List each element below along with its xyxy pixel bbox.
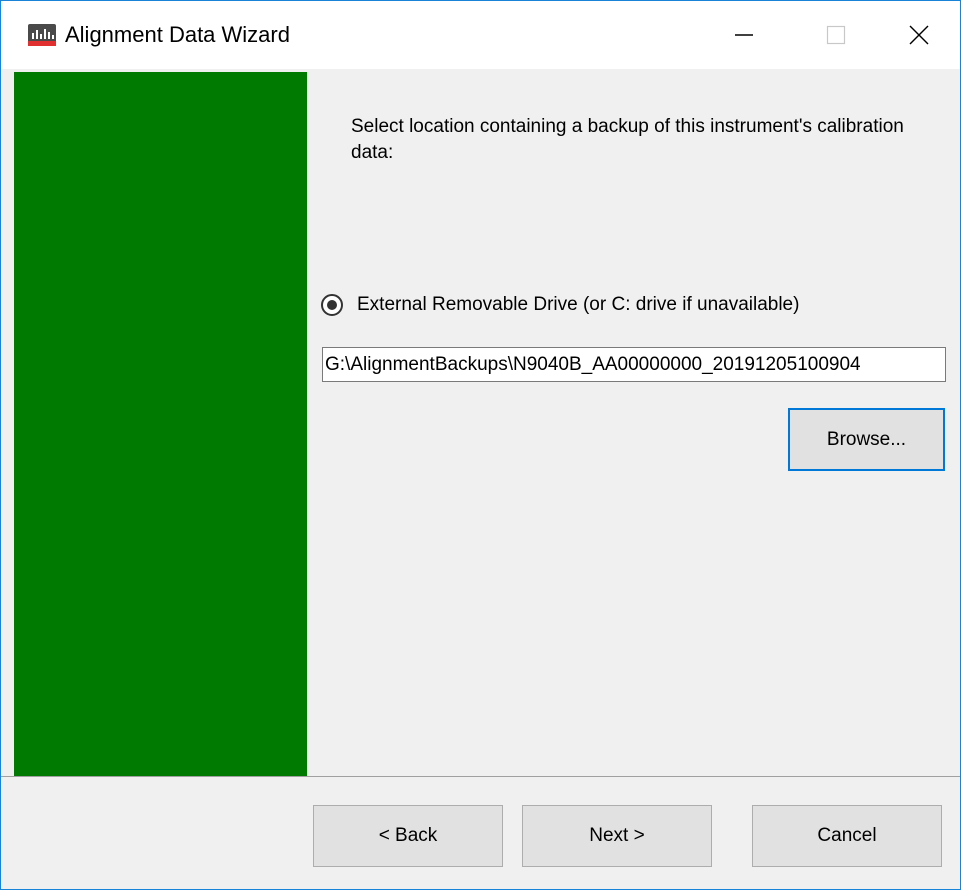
back-button[interactable]: < Back — [313, 805, 503, 867]
window-title: Alignment Data Wizard — [65, 22, 290, 47]
external-drive-option[interactable]: External Removable Drive (or C: drive if… — [321, 292, 799, 318]
wizard-content-panel: Select location containing a backup of t… — [307, 72, 960, 776]
maximize-icon — [826, 25, 846, 45]
wizard-window: Alignment Data Wizard Select location co… — [0, 0, 961, 890]
instruction-text: Select location containing a backup of t… — [351, 116, 904, 163]
wizard-side-banner — [14, 72, 307, 776]
maximize-button[interactable] — [790, 1, 882, 69]
backup-path-field[interactable] — [322, 347, 946, 382]
minimize-button[interactable] — [698, 1, 790, 69]
next-button[interactable]: Next > — [522, 805, 712, 867]
minimize-icon — [735, 34, 753, 36]
external-drive-radio[interactable] — [321, 294, 343, 316]
browse-button[interactable]: Browse... — [788, 408, 945, 471]
title-bar[interactable]: Alignment Data Wizard — [1, 1, 960, 69]
dialog-client-area: Select location containing a backup of t… — [1, 69, 960, 889]
radio-selected-dot — [327, 300, 337, 310]
keysight-app-icon — [28, 24, 56, 46]
cancel-button[interactable]: Cancel — [752, 805, 942, 867]
close-button[interactable] — [877, 1, 960, 69]
close-icon — [909, 25, 928, 45]
external-drive-label[interactable]: External Removable Drive (or C: drive if… — [357, 294, 799, 316]
wizard-footer: < Back Next > Cancel — [1, 777, 960, 889]
